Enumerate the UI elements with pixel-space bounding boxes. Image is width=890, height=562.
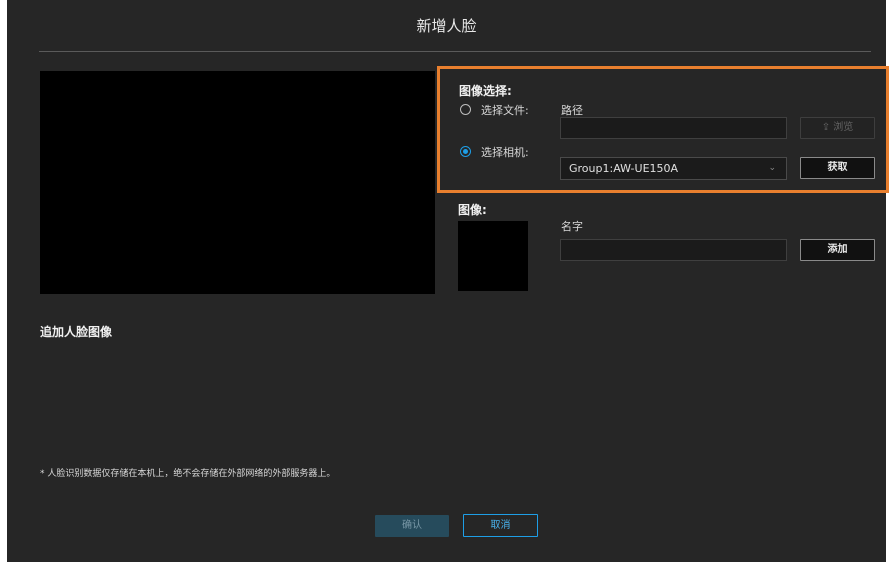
add-button[interactable]: 添加 <box>800 239 875 261</box>
dialog-title: 新增人脸 <box>416 17 477 35</box>
privacy-note: * 人脸识别数据仅存储在本机上，绝不会存储在外部网络的外部服务器上。 <box>40 469 336 479</box>
camera-preview <box>40 71 435 294</box>
confirm-button[interactable]: 确认 <box>375 515 449 537</box>
face-thumbnail <box>458 221 528 291</box>
name-label: 名字 <box>561 220 583 233</box>
select-camera-radio[interactable] <box>460 146 471 157</box>
title-divider <box>39 51 871 52</box>
select-file-label: 选择文件: <box>481 104 529 117</box>
chevron-down-icon: ⌄ <box>768 163 776 173</box>
upload-icon: ⇪ <box>821 122 834 133</box>
append-face-heading: 追加人脸图像 <box>40 325 113 339</box>
path-input[interactable] <box>560 117 787 139</box>
browse-label: 浏览 <box>833 122 854 133</box>
browse-button[interactable]: ⇪ 浏览 <box>800 117 875 139</box>
acquire-button[interactable]: 获取 <box>800 157 875 179</box>
image-select-heading: 图像选择: <box>459 84 512 98</box>
camera-select[interactable]: Group1:AW-UE150A ⌄ <box>560 157 787 180</box>
select-camera-label: 选择相机: <box>481 146 529 159</box>
add-face-dialog: 新增人脸 图像选择: 选择文件: 路径 ⇪ 浏览 选择相机: Group1:AW… <box>7 0 889 562</box>
name-input[interactable] <box>560 239 787 261</box>
image-label: 图像: <box>458 203 487 217</box>
path-label: 路径 <box>561 104 583 117</box>
camera-select-value: Group1:AW-UE150A <box>569 162 679 175</box>
cancel-button[interactable]: 取消 <box>463 514 538 537</box>
select-file-radio[interactable] <box>460 104 471 115</box>
